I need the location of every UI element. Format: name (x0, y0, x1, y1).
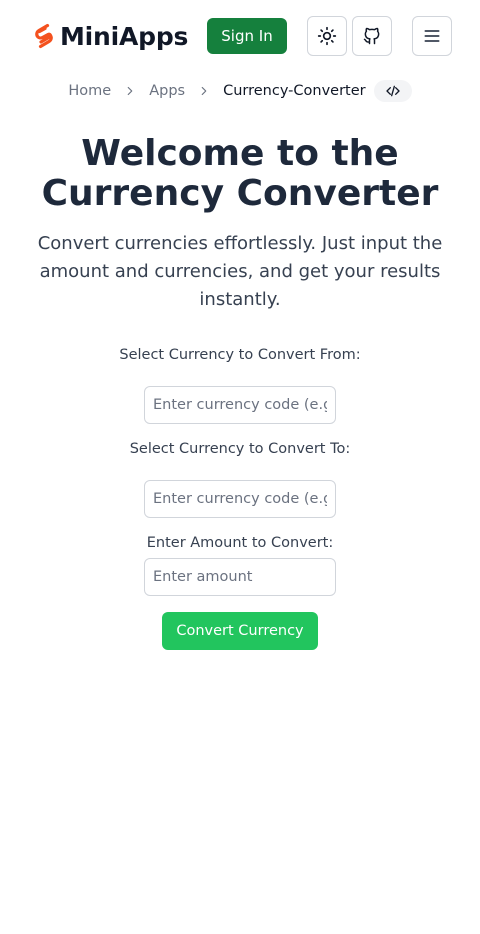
breadcrumb: Home Apps Currency-Converter (0, 78, 480, 104)
page-subtitle: Convert currencies effortlessly. Just in… (37, 233, 443, 310)
logo-text: MiniApps (60, 21, 189, 51)
svelte-logo-icon (35, 23, 53, 49)
amount-input[interactable] (144, 558, 336, 596)
page-title: Welcome to the Currency Converter (41, 133, 439, 214)
breadcrumb-current-page: Currency-Converter (223, 83, 366, 99)
to-currency-input[interactable] (144, 480, 336, 518)
logo[interactable]: MiniApps (32, 18, 188, 54)
hamburger-menu-icon (424, 30, 440, 42)
view-source-button[interactable] (373, 80, 412, 102)
theme-toggle-button[interactable] (307, 16, 347, 56)
from-currency-input[interactable] (144, 386, 336, 424)
breadcrumb-home-link[interactable]: Home (68, 83, 111, 99)
convert-currency-button[interactable]: Convert Currency (162, 612, 318, 650)
breadcrumb-apps-link[interactable]: Apps (149, 83, 185, 99)
sign-in-button[interactable]: Sign In (207, 18, 287, 54)
header: MiniApps Sign In (0, 0, 480, 72)
amount-label: Enter Amount to Convert: (146, 535, 334, 551)
sun-icon (317, 26, 337, 46)
code-icon (385, 85, 400, 97)
from-currency-label: Select Currency to Convert From: (119, 347, 361, 363)
github-button[interactable] (352, 16, 392, 56)
chevron-right-icon (197, 84, 211, 98)
to-currency-label: Select Currency to Convert To: (129, 441, 351, 457)
menu-button[interactable] (412, 16, 452, 56)
chevron-right-icon (123, 84, 137, 98)
github-icon (363, 27, 380, 45)
